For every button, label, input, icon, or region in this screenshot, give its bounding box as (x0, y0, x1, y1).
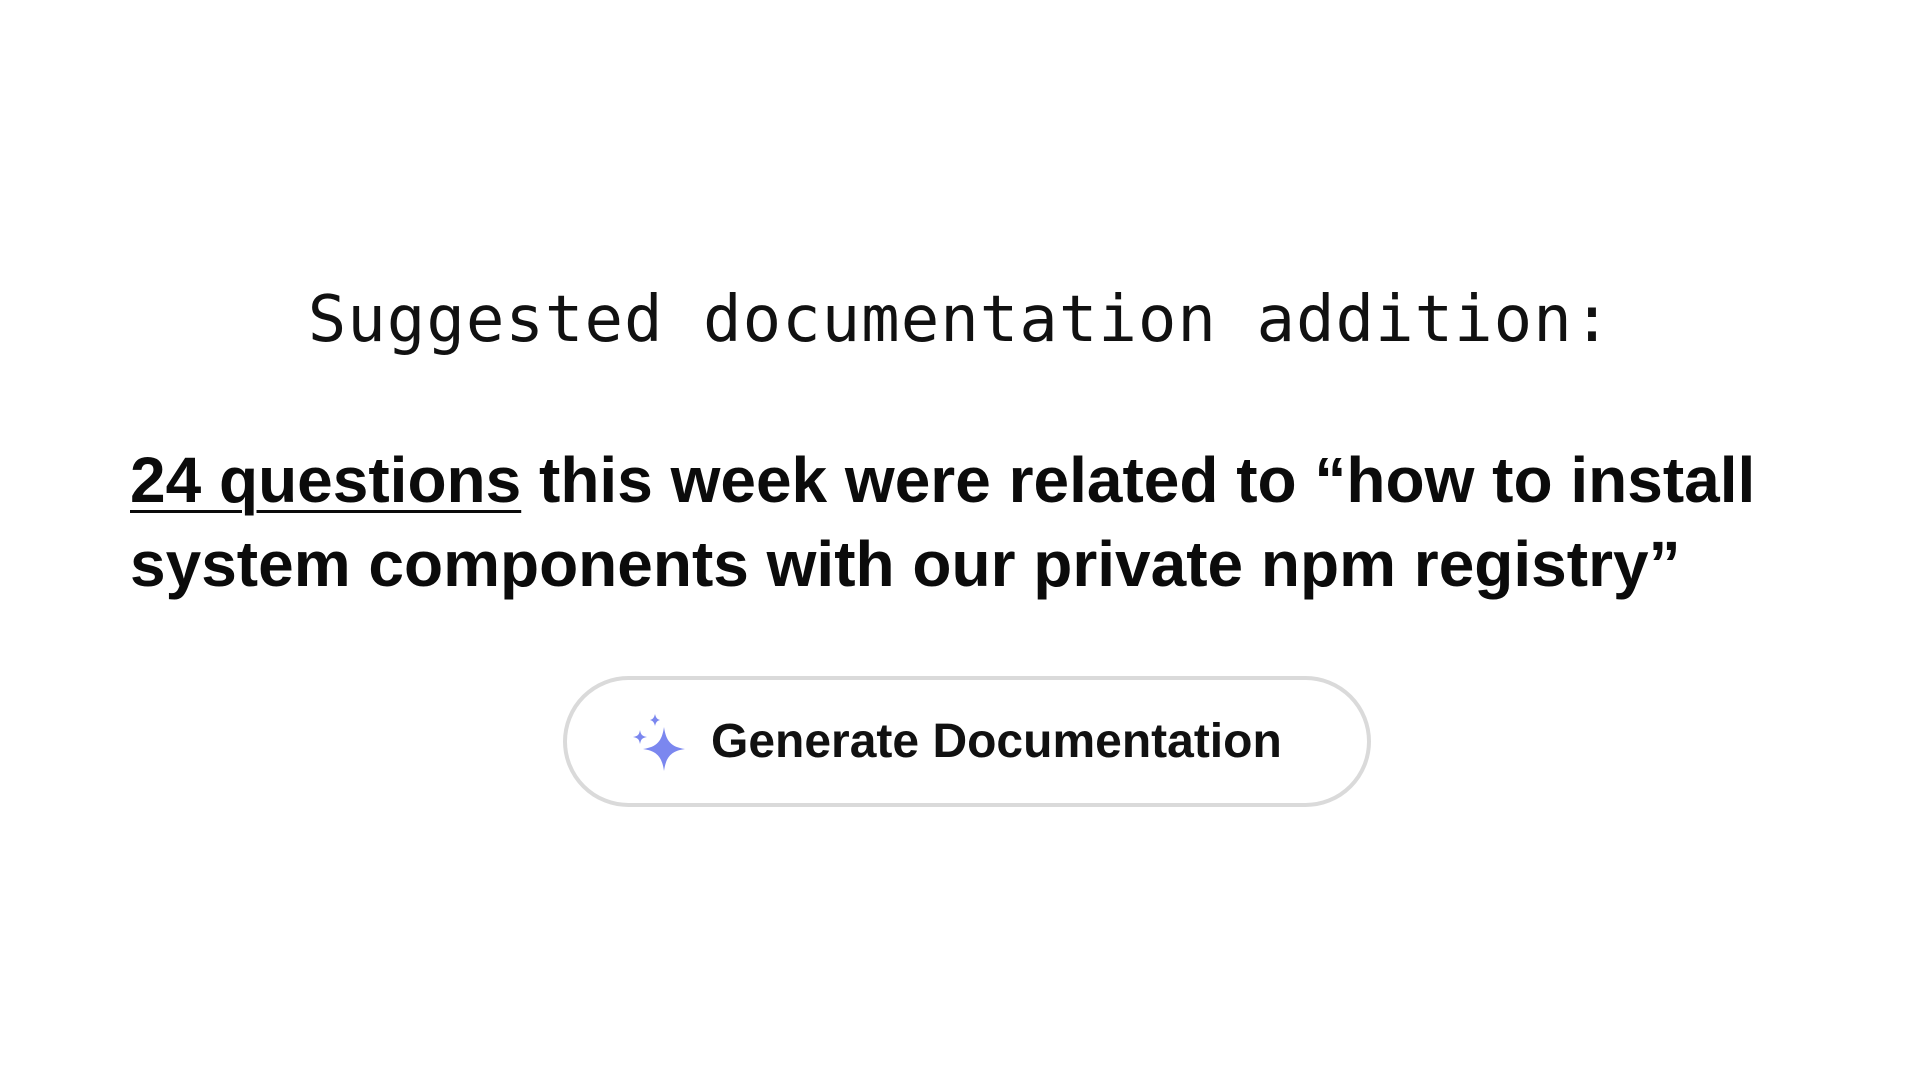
message-line-2: system components with our private npm r… (130, 528, 1681, 600)
question-count-link[interactable]: 24 questions (130, 444, 521, 516)
sparkle-small-left (633, 730, 647, 744)
generate-documentation-button[interactable]: Generate Documentation (563, 676, 1371, 807)
page: Suggested documentation addition: 24 que… (0, 0, 1920, 1080)
message-text-1: this week were related to “how to instal… (521, 444, 1756, 516)
sparkle-icon (631, 713, 691, 773)
generate-documentation-label: Generate Documentation (711, 715, 1282, 768)
sparkle-large (643, 727, 685, 771)
message-line-1: 24 questions this week were related to “… (130, 438, 1830, 522)
suggestion-message: 24 questions this week were related to “… (130, 438, 1830, 606)
page-heading: Suggested documentation addition: (307, 283, 1613, 357)
sparkle-small-top (650, 714, 660, 726)
